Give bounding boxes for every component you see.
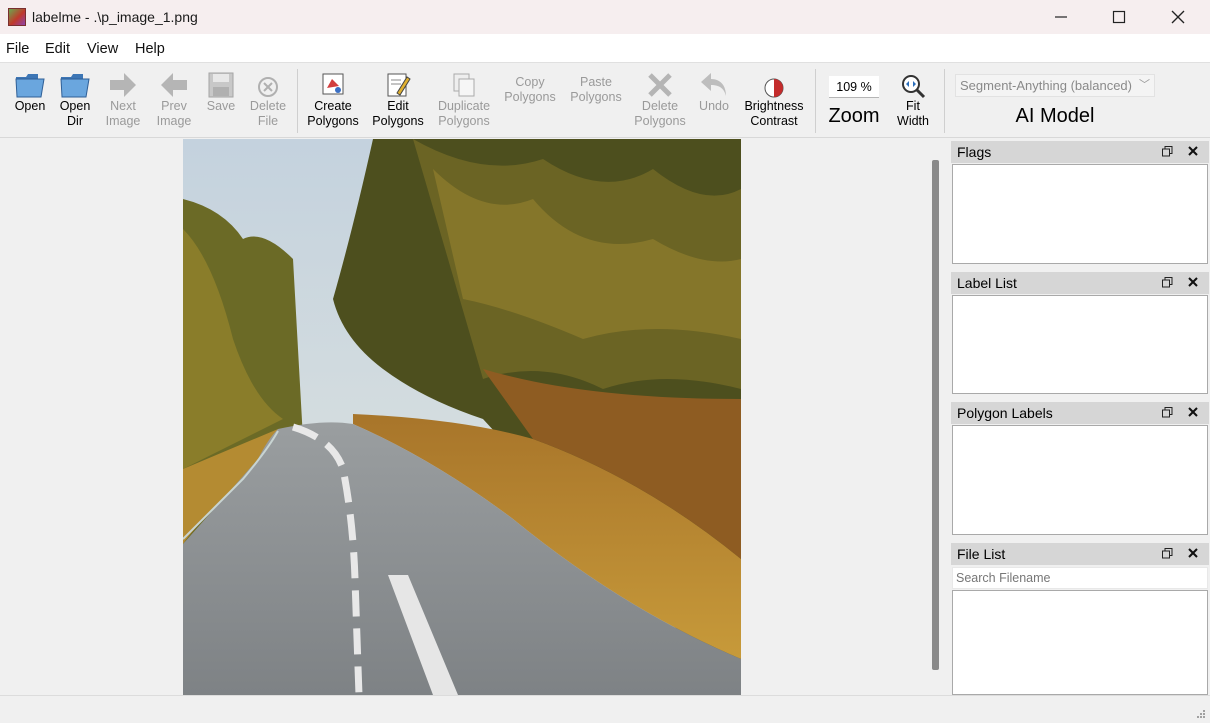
open-button[interactable]: Open [8, 67, 52, 114]
create-polygons-button[interactable]: Create Polygons [304, 67, 362, 129]
fit-width-icon [902, 75, 926, 99]
flags-list[interactable] [952, 164, 1208, 264]
labelme-app-icon [8, 8, 26, 26]
open-dir-button[interactable]: Open Dir [53, 67, 97, 129]
close-icon [1171, 10, 1185, 24]
create-polygon-icon [322, 73, 344, 95]
menu-bar: File Edit View Help [0, 34, 1210, 62]
close-dock-icon[interactable] [1187, 276, 1199, 288]
flags-dock-header: Flags [951, 141, 1209, 163]
close-dock-icon[interactable] [1187, 145, 1199, 157]
brightness-contrast-button[interactable]: Brightness Contrast [740, 67, 808, 129]
floppy-disk-icon [208, 72, 234, 98]
status-bar [0, 695, 1210, 723]
float-dock-icon[interactable] [1162, 407, 1173, 418]
chevron-down-icon: ﹀ [1139, 79, 1150, 91]
window-title: labelme - .\p_image_1.png [32, 9, 198, 25]
arrow-left-icon [161, 73, 187, 97]
resize-grip-icon[interactable] [1196, 709, 1206, 719]
close-dock-icon[interactable] [1187, 406, 1199, 418]
road-photo [183, 139, 741, 695]
close-window-button[interactable] [1149, 0, 1207, 34]
canvas-vertical-scrollbar[interactable] [925, 139, 947, 695]
maximize-icon [1112, 10, 1126, 24]
file-list-dock-title: File List [957, 546, 1006, 562]
duplicate-polygons-button[interactable]: Duplicate Polygons [434, 67, 494, 129]
search-filename-input[interactable]: Search Filename [952, 567, 1208, 589]
folder-open-icon [60, 74, 90, 98]
ai-model-label: AI Model [1015, 105, 1095, 127]
toolbar-separator [815, 69, 816, 133]
delete-circle-icon [258, 77, 278, 97]
zoom-label: Zoom [828, 105, 880, 127]
title-bar: labelme - .\p_image_1.png [0, 0, 1210, 34]
label-list-dock-title: Label List [957, 275, 1017, 291]
folder-open-icon [15, 74, 45, 98]
file-list[interactable] [952, 590, 1208, 695]
menu-file[interactable]: File [6, 41, 29, 57]
maximize-button[interactable] [1090, 0, 1148, 34]
prev-image-button[interactable]: Prev Image [151, 67, 197, 129]
scrollbar-thumb[interactable] [932, 160, 939, 670]
fit-width-button[interactable]: Fit Width [890, 67, 936, 129]
menu-help[interactable]: Help [135, 41, 165, 57]
close-dock-icon[interactable] [1187, 547, 1199, 559]
save-button[interactable]: Save [200, 67, 242, 114]
menu-edit[interactable]: Edit [45, 41, 70, 57]
float-dock-icon[interactable] [1162, 548, 1173, 559]
toolbar-separator [944, 69, 945, 133]
zoom-input[interactable]: 109 % [829, 76, 879, 98]
flags-dock-title: Flags [957, 144, 992, 160]
edit-pencil-icon [387, 73, 411, 97]
toolbar-separator [297, 69, 298, 133]
next-image-button[interactable]: Next Image [100, 67, 146, 129]
menu-view[interactable]: View [87, 41, 118, 57]
image-canvas[interactable] [0, 139, 947, 695]
delete-file-button[interactable]: Delete File [246, 67, 290, 129]
float-dock-icon[interactable] [1162, 277, 1173, 288]
polygon-labels-dock-title: Polygon Labels [957, 405, 1053, 421]
toolbar: Open Open Dir Next Image Prev Image Save… [0, 62, 1210, 138]
label-list-dock-header: Label List [951, 272, 1209, 294]
copy-polygons-button[interactable]: Copy Polygons [500, 75, 560, 105]
label-list[interactable] [952, 295, 1208, 394]
polygon-labels-dock-header: Polygon Labels [951, 402, 1209, 424]
duplicate-icon [453, 73, 475, 97]
arrow-right-icon [110, 73, 136, 97]
edit-polygons-button[interactable]: Edit Polygons [369, 67, 427, 129]
undo-arrow-icon [701, 73, 726, 96]
file-list-dock-header: File List [951, 543, 1209, 565]
minimize-icon [1055, 16, 1067, 18]
delete-polygons-button[interactable]: Delete Polygons [630, 67, 690, 129]
ai-model-select[interactable]: Segment-Anything (balanced) ﹀ [955, 74, 1155, 97]
brightness-contrast-icon [764, 78, 784, 98]
polygon-labels-list[interactable] [952, 425, 1208, 535]
delete-x-icon [648, 73, 672, 97]
minimize-button[interactable] [1032, 0, 1090, 34]
paste-polygons-button[interactable]: Paste Polygons [566, 75, 626, 105]
ai-model-value: Segment-Anything (balanced) [960, 78, 1132, 93]
float-dock-icon[interactable] [1162, 146, 1173, 157]
undo-button[interactable]: Undo [694, 67, 734, 114]
